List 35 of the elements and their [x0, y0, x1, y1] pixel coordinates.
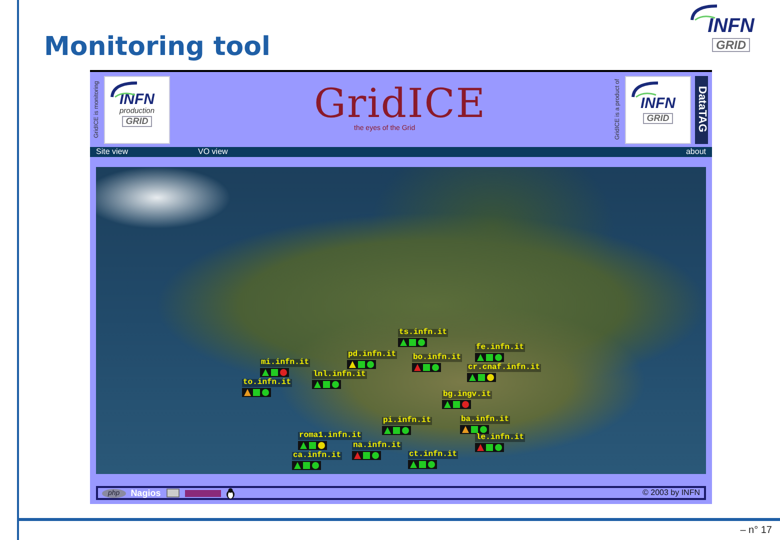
site-label[interactable]: na.infn.it [352, 442, 402, 450]
site-label[interactable]: fe.infn.it [475, 344, 526, 352]
partner-logo: DataTAG [695, 76, 708, 144]
site-label[interactable]: bg.ingv.it [442, 391, 492, 399]
logo-name: INFN [640, 96, 676, 110]
site-label[interactable]: bo.infn.it [412, 354, 462, 362]
swoosh-icon [630, 80, 660, 98]
nav-link[interactable]: about [686, 148, 706, 156]
site-label[interactable]: to.infn.it [242, 379, 292, 387]
logo-subtitle: GRID [122, 116, 152, 128]
server-icon [166, 488, 180, 498]
logo-name: INFN [120, 92, 154, 107]
copyright-text: © 2003 by INFN [642, 489, 700, 497]
site-label[interactable]: mi.infn.it [260, 359, 310, 367]
logo-subtitle: GRID [642, 112, 674, 124]
slide-title: Monitoring tool [44, 34, 270, 60]
nav-link[interactable]: Site view [96, 148, 128, 156]
logo-name: INFN [708, 16, 754, 36]
site-label[interactable]: ca.infn.it [292, 452, 342, 460]
site-label[interactable]: le.infn.it [475, 434, 526, 442]
logo-subtitle: GRID [712, 38, 750, 52]
banner-image [184, 490, 221, 496]
page-number: – n° 17 [740, 524, 772, 538]
penguin-icon [226, 488, 235, 498]
site-label[interactable]: ba.infn.it [460, 416, 510, 424]
nagios-label: Nagios [130, 488, 161, 498]
site-label[interactable]: ts.infn.it [398, 329, 448, 337]
site-label[interactable]: pi.infn.it [382, 417, 432, 425]
site-label[interactable]: roma1.infn.it [298, 432, 362, 440]
nav-link[interactable]: VO view [198, 148, 228, 156]
site-label[interactable]: cr.cnaf.infn.it [467, 364, 542, 372]
site-label[interactable]: pd.infn.it [347, 351, 398, 359]
site-label[interactable]: lnl.infn.it [312, 371, 367, 379]
site-logo-title: GridICE [314, 84, 486, 124]
site-label[interactable]: ct.infn.it [408, 451, 458, 459]
